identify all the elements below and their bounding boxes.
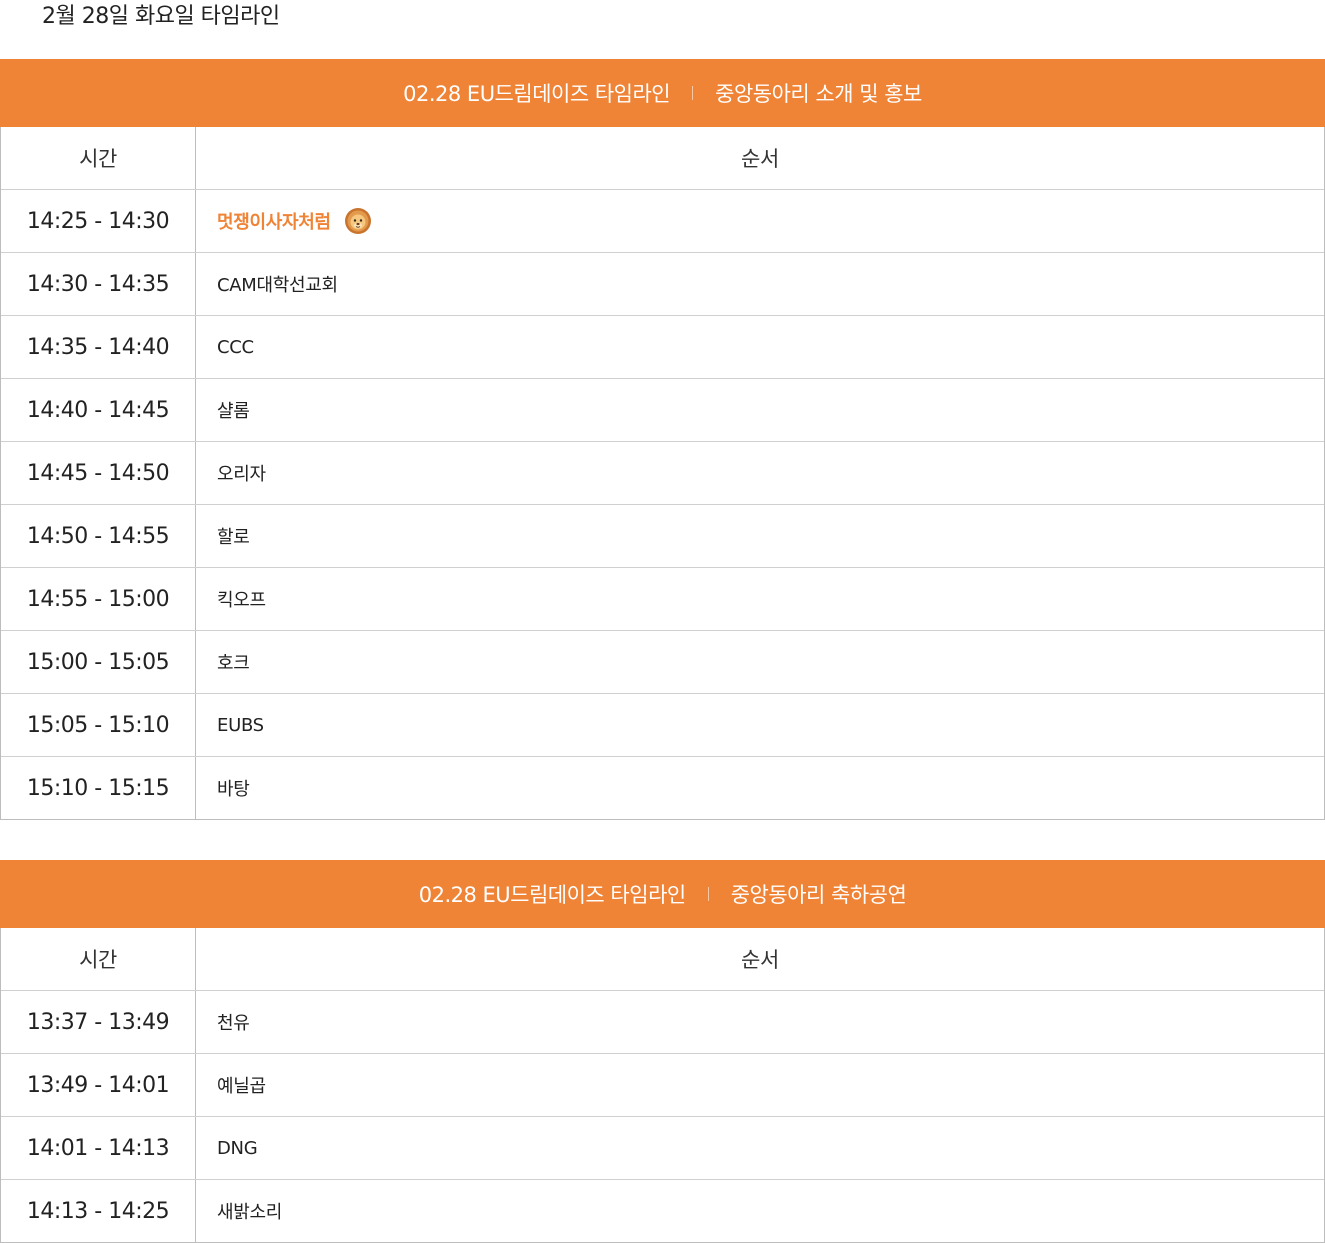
- time-cell: 14:35 - 14:40: [1, 316, 196, 378]
- time-cell: 14:25 - 14:30: [1, 190, 196, 252]
- order-cell: 킥오프: [217, 590, 266, 611]
- time-cell: 14:50 - 14:55: [1, 505, 196, 567]
- table-row: 13:49 - 14:01 예닐곱: [1, 1053, 1324, 1116]
- table-header-banner: 02.28 EU드림데이즈 타임라인 중앙동아리 축하공연: [0, 860, 1325, 928]
- time-cell: 14:45 - 14:50: [1, 442, 196, 504]
- table-row: 14:01 - 14:13 DNG: [1, 1116, 1324, 1179]
- time-cell: 14:30 - 14:35: [1, 253, 196, 315]
- column-header-order: 순서: [740, 147, 780, 171]
- column-header-order: 순서: [740, 948, 780, 972]
- page-title: 2월 28일 화요일 타임라인: [42, 4, 280, 29]
- time-cell: 15:00 - 15:05: [1, 631, 196, 693]
- time-cell: 14:01 - 14:13: [1, 1117, 196, 1179]
- column-header-time: 시간: [1, 928, 196, 990]
- order-cell: 새밝소리: [217, 1202, 283, 1223]
- column-header-row: 시간 순서: [1, 127, 1324, 189]
- time-cell: 15:10 - 15:15: [1, 757, 196, 819]
- header-divider: [692, 86, 694, 100]
- time-cell: 15:05 - 15:10: [1, 694, 196, 756]
- time-cell: 14:40 - 14:45: [1, 379, 196, 441]
- column-header-row: 시간 순서: [1, 928, 1324, 990]
- lion-icon: [344, 207, 372, 235]
- table-row: 14:30 - 14:35 CAM대학선교회: [1, 252, 1324, 315]
- order-cell: 호크: [217, 653, 250, 674]
- order-cell: 할로: [217, 527, 250, 548]
- order-cell: 오리자: [217, 464, 266, 485]
- table-row: 14:13 - 14:25 새밝소리: [1, 1179, 1324, 1242]
- order-cell: DNG: [217, 1137, 258, 1159]
- table-row: 15:00 - 15:05 호크: [1, 630, 1324, 693]
- header-divider: [707, 887, 709, 901]
- order-cell: 천유: [217, 1013, 250, 1034]
- time-cell: 14:55 - 15:00: [1, 568, 196, 630]
- order-cell: 예닐곱: [217, 1076, 266, 1097]
- time-cell: 14:13 - 14:25: [1, 1180, 196, 1242]
- table-row: 14:45 - 14:50 오리자: [1, 441, 1324, 504]
- order-cell: 멋쟁이사자처럼: [196, 190, 1324, 252]
- table-row: 14:35 - 14:40 CCC: [1, 315, 1324, 378]
- table-header-subtitle: 중앙동아리 축하공연: [730, 883, 907, 907]
- time-cell: 13:49 - 14:01: [1, 1054, 196, 1116]
- table-row: 14:55 - 15:00 킥오프: [1, 567, 1324, 630]
- column-header-time: 시간: [1, 127, 196, 189]
- order-cell: 샬롬: [217, 401, 250, 422]
- table-row: 14:40 - 14:45 샬롬: [1, 378, 1324, 441]
- table-row: 14:50 - 14:55 할로: [1, 504, 1324, 567]
- table-header-title: 02.28 EU드림데이즈 타임라인: [403, 82, 671, 106]
- order-cell: CAM대학선교회: [217, 275, 338, 296]
- timeline-table-club-intro: 02.28 EU드림데이즈 타임라인 중앙동아리 소개 및 홍보 시간 순서 1…: [0, 59, 1325, 820]
- table-header-title: 02.28 EU드림데이즈 타임라인: [418, 883, 687, 907]
- order-cell: 바탕: [217, 779, 250, 800]
- table-row: 15:10 - 15:15 바탕: [1, 756, 1324, 819]
- order-cell: EUBS: [217, 714, 264, 736]
- table-header-subtitle: 중앙동아리 소개 및 홍보: [715, 82, 922, 106]
- table-row: 15:05 - 15:10 EUBS: [1, 693, 1324, 756]
- time-cell: 13:37 - 13:49: [1, 991, 196, 1053]
- timeline-table-club-performance: 02.28 EU드림데이즈 타임라인 중앙동아리 축하공연 시간 순서 13:3…: [0, 860, 1325, 1243]
- table-header-banner: 02.28 EU드림데이즈 타임라인 중앙동아리 소개 및 홍보: [0, 59, 1325, 127]
- table-row: 14:25 - 14:30 멋쟁이사자처럼: [1, 189, 1324, 252]
- order-label-highlight: 멋쟁이사자처럼: [217, 212, 331, 233]
- table-row: 13:37 - 13:49 천유: [1, 990, 1324, 1053]
- order-cell: CCC: [217, 336, 254, 358]
